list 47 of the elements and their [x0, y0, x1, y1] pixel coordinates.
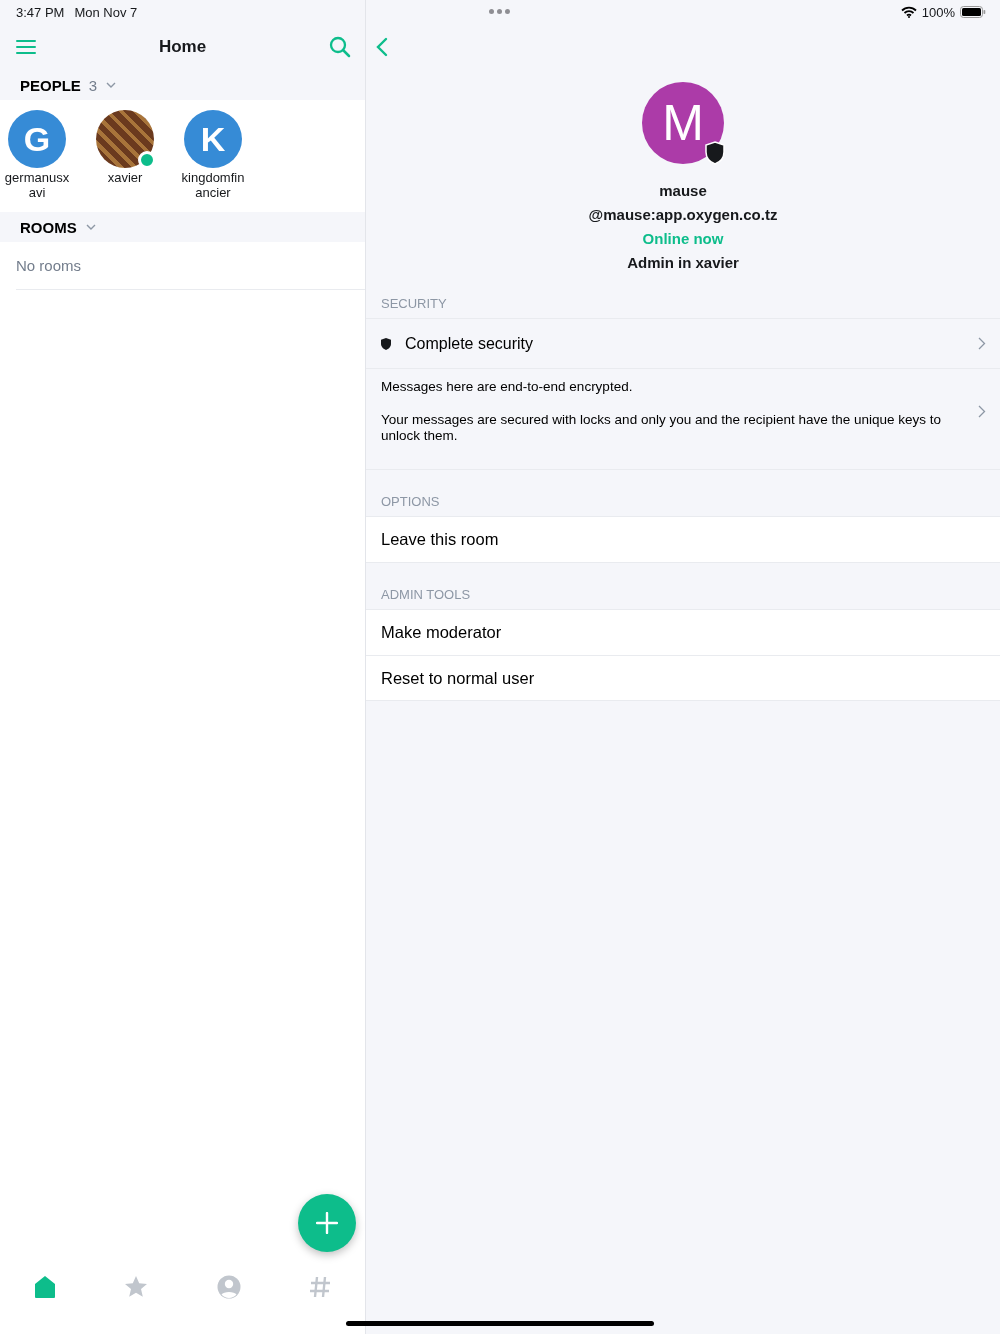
- avatar[interactable]: K: [184, 110, 242, 168]
- rooms-section-header[interactable]: ROOMS: [0, 212, 365, 242]
- avatar[interactable]: G: [8, 110, 66, 168]
- wifi-icon: [900, 6, 917, 18]
- home-icon: [34, 1275, 57, 1299]
- battery-percent: 100%: [921, 4, 955, 20]
- person-name: germanusxavi: [3, 170, 71, 200]
- person-name: xavier: [106, 170, 144, 185]
- section-header: ADMIN TOOLS: [381, 587, 471, 602]
- section-label: PEOPLE: [20, 76, 81, 94]
- battery-icon: [960, 6, 986, 18]
- presence-status: Online now: [642, 230, 724, 248]
- search-button[interactable]: [329, 36, 351, 58]
- action-row[interactable]: Make moderator: [366, 610, 1000, 655]
- chevron-icon: [978, 405, 986, 418]
- display-name: mause: [659, 182, 707, 200]
- person-icon: [216, 1275, 241, 1299]
- hash-icon: [308, 1276, 331, 1298]
- photo-placeholder[interactable]: [96, 110, 154, 168]
- plus-icon: [316, 1212, 338, 1234]
- section-label: ROOMS: [20, 218, 77, 236]
- status-time: 3:47 PM: [16, 4, 65, 20]
- menu-button[interactable]: [16, 39, 36, 55]
- section-header: SECURITY: [381, 296, 447, 311]
- multitask-dots-icon: [489, 9, 510, 14]
- action-row[interactable]: Reset to normal user: [366, 655, 1000, 700]
- security-row[interactable]: Complete security: [366, 319, 1000, 369]
- role-text: Admin in xavier: [627, 254, 739, 272]
- info-text: Messages here are end-to-end encrypted.: [381, 379, 634, 395]
- user-id: @mause:app.oxygen.co.tz: [588, 206, 778, 224]
- screen-title: Home: [158, 37, 207, 57]
- add-button[interactable]: [298, 1194, 356, 1252]
- people-section-header[interactable]: PEOPLE 3: [0, 70, 365, 100]
- shield-icon: [381, 337, 391, 350]
- status-date: Mon Nov 7: [74, 4, 138, 20]
- back-button[interactable]: [376, 37, 388, 57]
- person-name: kingdomfinancier: [180, 170, 246, 200]
- shield-icon: [704, 141, 726, 165]
- action-row[interactable]: Leave this room: [366, 517, 1000, 562]
- encryption-info-row[interactable]: Messages here are end-to-end encrypted. Your messages are secured with locks and only you and the recipient have the unique keys to unlock them.: [366, 369, 1000, 469]
- info-text: Your messages are secured with locks and only you and the recipient have the unique keys to unlock them.: [381, 412, 943, 444]
- chevron-icon: [978, 337, 986, 350]
- profile-avatar: M: [642, 82, 724, 164]
- star-icon: [124, 1275, 149, 1299]
- section-count: 3: [88, 76, 98, 94]
- empty-rooms-text: No rooms: [16, 257, 82, 274]
- section-header: OPTIONS: [381, 494, 440, 509]
